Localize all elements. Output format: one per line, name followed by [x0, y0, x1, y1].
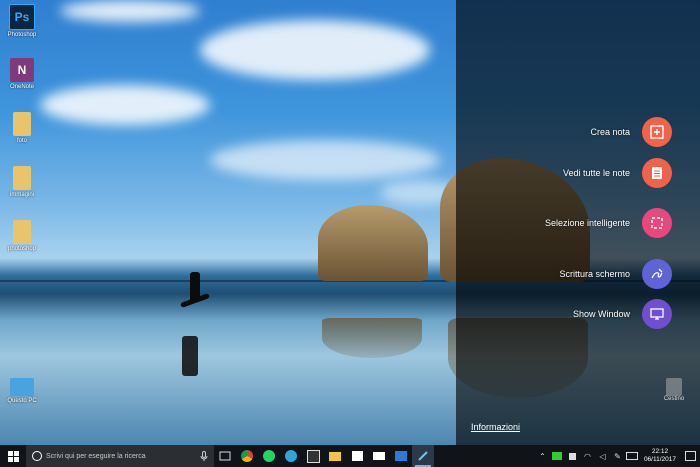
photos-button[interactable]: [390, 445, 412, 467]
menu-item-label: Crea nota: [590, 127, 630, 137]
clock[interactable]: 22:12 06/11/2017: [644, 448, 676, 464]
desktop-icon-questo-pc[interactable]: Questo PC: [0, 378, 44, 404]
folder-icon: [13, 166, 31, 190]
smart-select-icon[interactable]: [642, 208, 672, 238]
desktop-icon-label: Questo PC: [7, 398, 37, 404]
cloud: [40, 85, 210, 125]
menu-item-vedi-tutte-le-note[interactable]: Vedi tutte le note: [563, 158, 672, 188]
system-tray: ⌃ ◠ ◁ ✎ 22:12 06/11/2017: [535, 445, 700, 467]
notes-list-icon[interactable]: [642, 158, 672, 188]
whatsapp-icon: [263, 450, 275, 462]
chevron-up-icon[interactable]: ⌃: [535, 445, 550, 467]
microphone-icon[interactable]: [200, 451, 208, 461]
chrome-icon: [241, 450, 253, 462]
desktop-icon-immagini[interactable]: immagini: [0, 166, 44, 198]
desktop-icon-onenote[interactable]: N OneNote: [0, 58, 44, 90]
keyboard-icon[interactable]: [625, 445, 640, 467]
pen-app-button[interactable]: [412, 445, 434, 467]
start-button[interactable]: [0, 445, 26, 467]
pen-tray-icon[interactable]: ✎: [610, 445, 625, 467]
cortana-icon: [32, 451, 42, 461]
desktop-icon-label: photoshop: [7, 246, 37, 252]
calendar-icon: [306, 449, 320, 463]
window-icon[interactable]: [642, 299, 672, 329]
recycle-bin-label: Cestino: [663, 396, 685, 402]
telegram-button[interactable]: [280, 445, 302, 467]
desktop-icon-label: immagini: [9, 192, 34, 198]
photoshop-icon: Ps: [9, 4, 35, 30]
file-explorer-button[interactable]: [324, 445, 346, 467]
telegram-icon: [285, 450, 297, 462]
menu-item-label: Selezione intelligente: [544, 218, 630, 228]
calendar-button[interactable]: [302, 445, 324, 467]
clock-date: 06/11/2017: [643, 456, 676, 463]
store-icon: [351, 451, 363, 461]
search-placeholder: Scrivi qui per eseguire la ricerca: [46, 452, 146, 460]
notifications-icon[interactable]: [680, 445, 700, 467]
menu-item-label: Show Window: [572, 309, 630, 319]
desktop-icon-foto[interactable]: foto: [0, 112, 44, 144]
plus-note-icon[interactable]: [642, 117, 672, 147]
folder-icon: [13, 220, 31, 244]
menu-item-label: Vedi tutte le note: [562, 168, 630, 178]
onenote-icon: N: [10, 58, 34, 82]
menu-item-show-window[interactable]: Show Window: [573, 299, 672, 329]
desktop-icon-photoshop-folder[interactable]: photoshop: [0, 220, 44, 252]
store-button[interactable]: [346, 445, 368, 467]
photos-icon: [395, 451, 407, 461]
mail-button[interactable]: [368, 445, 390, 467]
pen-write-icon[interactable]: [642, 259, 672, 289]
rock-reflection: [322, 318, 422, 358]
chrome-button[interactable]: [236, 445, 258, 467]
search-box[interactable]: Scrivi qui per eseguire la ricerca: [26, 445, 214, 467]
folder-icon: [329, 451, 341, 461]
whatsapp-button[interactable]: [258, 445, 280, 467]
menu-item-crea-nota[interactable]: Crea nota: [590, 117, 672, 147]
desktop-icon-label: OneNote: [9, 84, 34, 90]
menu-item-selezione-intelligente[interactable]: Selezione intelligente: [545, 208, 672, 238]
recycle-bin-icon: [666, 378, 682, 396]
clock-time: 22:12: [651, 448, 669, 455]
desktop-icon-label: foto: [16, 138, 27, 144]
info-link[interactable]: Informazioni: [471, 422, 520, 432]
desktop-icon-label: Photoshop: [7, 32, 37, 38]
pen-icon: [418, 451, 428, 461]
recycle-bin[interactable]: Cestino: [660, 378, 688, 402]
menu-item-scrittura-schermo[interactable]: Scrittura schermo: [559, 259, 672, 289]
cloud: [60, 0, 200, 22]
cloud: [210, 140, 440, 180]
windows-logo-icon: [7, 450, 19, 462]
battery-icon[interactable]: [550, 445, 565, 467]
runner-reflection: [182, 336, 198, 376]
desktop-icon-photoshop-app[interactable]: Ps Photoshop: [0, 4, 44, 38]
menu-item-label: Scrittura schermo: [559, 269, 630, 279]
task-view-button[interactable]: [214, 445, 236, 467]
cloud: [200, 20, 430, 80]
folder-icon: [13, 112, 31, 136]
task-view-icon: [219, 451, 231, 461]
mail-icon: [373, 452, 385, 460]
computer-icon: [10, 378, 34, 396]
rock-formation: [318, 205, 428, 281]
wifi-icon[interactable]: ◠: [580, 445, 595, 467]
taskbar: Scrivi qui per eseguire la ricerca ⌃ ◠ ◁…: [0, 445, 700, 467]
volume-icon[interactable]: ◁: [595, 445, 610, 467]
tray-app-icon[interactable]: [565, 445, 580, 467]
